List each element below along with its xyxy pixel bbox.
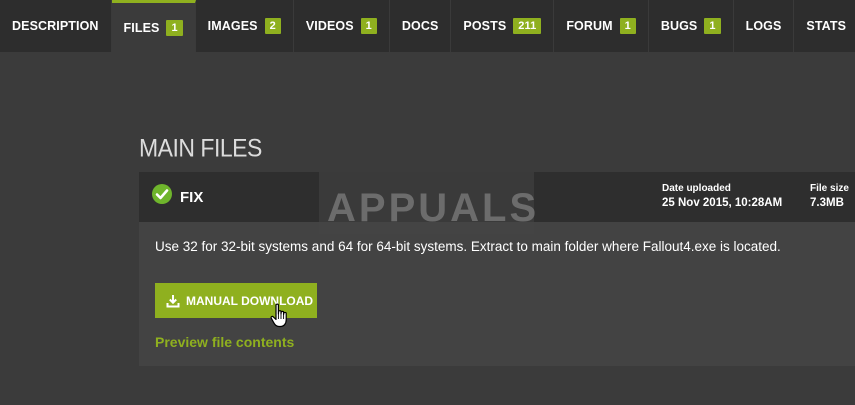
tab-label: STATS bbox=[806, 19, 847, 33]
watermark-logo: APPUALS bbox=[327, 186, 540, 230]
file-card: FIX APPUALS Date uploaded 25 Nov 2015, 1… bbox=[139, 172, 855, 366]
preview-file-contents-link[interactable]: Preview file contents bbox=[155, 334, 294, 350]
file-description: Use 32 for 32-bit systems and 64 for 64-… bbox=[155, 239, 781, 254]
tab-bugs[interactable]: BUGS 1 bbox=[648, 0, 734, 52]
check-circle-icon bbox=[152, 184, 172, 204]
tab-count-badge: 1 bbox=[704, 18, 721, 34]
date-uploaded-label: Date uploaded bbox=[662, 183, 731, 194]
tab-images[interactable]: IMAGES 2 bbox=[195, 0, 294, 52]
manual-download-button[interactable]: MANUAL DOWNLOAD bbox=[155, 283, 317, 318]
tab-files[interactable]: FILES 1 bbox=[111, 0, 196, 52]
file-name: FIX bbox=[180, 189, 204, 206]
tab-videos[interactable]: VIDEOS 1 bbox=[293, 0, 390, 52]
tab-label: DOCS bbox=[401, 19, 439, 33]
section-title: MAIN FILES bbox=[139, 133, 262, 162]
file-size-value: 7.3MB bbox=[810, 197, 844, 209]
tab-label: LOGS bbox=[745, 19, 782, 33]
hand-cursor-icon bbox=[270, 303, 287, 328]
tab-label: FILES bbox=[123, 20, 160, 35]
date-uploaded-value: 25 Nov 2015, 10:28AM bbox=[662, 197, 783, 209]
tab-count-badge: 2 bbox=[264, 18, 281, 34]
tab-stats[interactable]: STATS bbox=[794, 0, 855, 52]
tab-posts[interactable]: POSTS 211 bbox=[451, 0, 555, 52]
manual-download-label: MANUAL DOWNLOAD bbox=[186, 293, 314, 308]
tab-count-badge: 1 bbox=[360, 18, 377, 34]
tab-logs[interactable]: LOGS bbox=[733, 0, 795, 52]
tab-forum[interactable]: FORUM 1 bbox=[554, 0, 649, 52]
tab-label: FORUM bbox=[566, 19, 613, 33]
tab-count-badge: 1 bbox=[166, 19, 183, 36]
download-icon bbox=[166, 294, 180, 307]
file-header: FIX APPUALS Date uploaded 25 Nov 2015, 1… bbox=[139, 172, 855, 234]
tab-label: DESCRIPTION bbox=[12, 19, 99, 33]
tab-description[interactable]: DESCRIPTION bbox=[0, 0, 112, 52]
tab-label: IMAGES bbox=[207, 19, 258, 33]
tab-label: POSTS bbox=[463, 19, 507, 33]
file-size-label: File size bbox=[810, 183, 849, 194]
tab-label: BUGS bbox=[660, 19, 698, 33]
tab-count-badge: 211 bbox=[513, 18, 542, 34]
tab-count-badge: 1 bbox=[619, 18, 636, 34]
tab-label: VIDEOS bbox=[305, 19, 354, 33]
tab-bar: DESCRIPTION FILES 1 IMAGES 2 VIDEOS 1 DO… bbox=[0, 0, 855, 52]
tab-docs[interactable]: DOCS bbox=[389, 0, 452, 52]
